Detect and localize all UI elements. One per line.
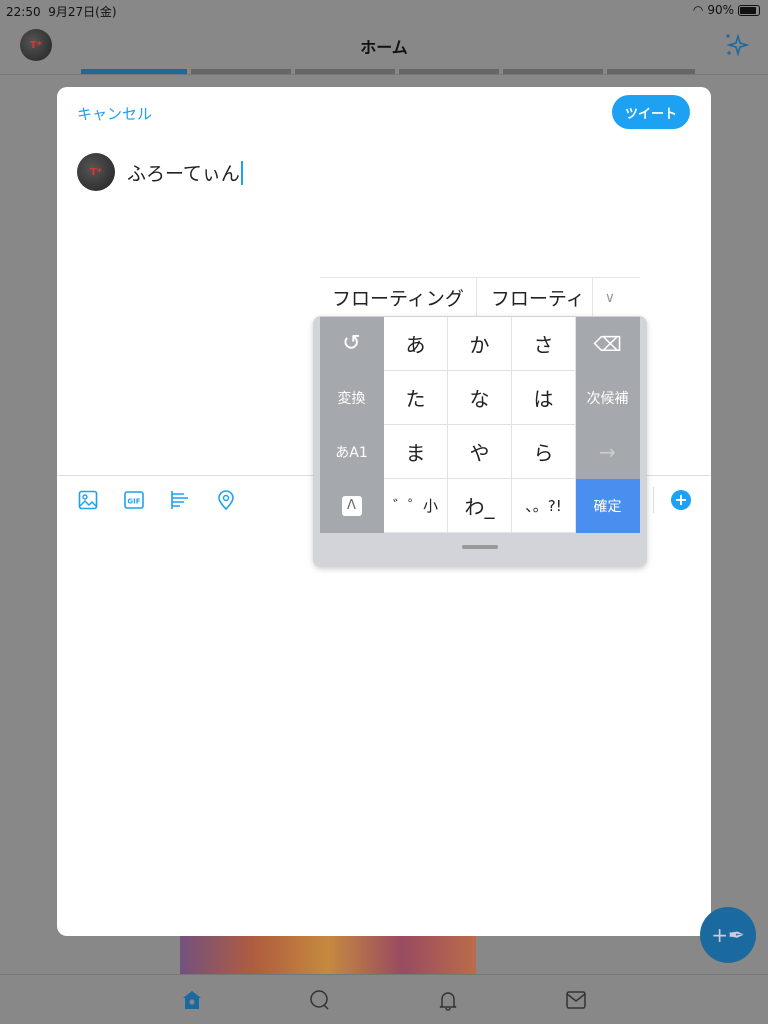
keyboard-logo-icon: Λ: [341, 495, 362, 516]
dakuten-key[interactable]: ゛゜小: [384, 479, 448, 533]
key[interactable]: あ: [384, 317, 448, 371]
battery-icon: [738, 4, 760, 16]
right-arrow-key[interactable]: →: [576, 425, 640, 479]
key[interactable]: な: [448, 371, 512, 425]
cancel-button[interactable]: キャンセル: [77, 103, 152, 124]
confirm-key[interactable]: 確定: [576, 479, 640, 533]
status-date: 9月27日(金): [48, 5, 117, 19]
key[interactable]: は: [512, 371, 576, 425]
key[interactable]: ま: [384, 425, 448, 479]
tweet-text-input[interactable]: ふろーてぃん: [127, 159, 243, 186]
add-thread-button[interactable]: +: [671, 490, 691, 510]
candidate-item[interactable]: フローティング: [320, 278, 477, 317]
key[interactable]: や: [448, 425, 512, 479]
delete-key[interactable]: ⌫: [576, 317, 640, 371]
search-icon[interactable]: [309, 989, 331, 1011]
location-icon[interactable]: [215, 489, 237, 511]
svg-text:GIF: GIF: [127, 498, 140, 506]
next-candidate-key[interactable]: 次候補: [576, 371, 640, 425]
keyboard-drag-handle[interactable]: [462, 545, 498, 549]
divider: [0, 74, 768, 75]
compose-fab[interactable]: +✒: [700, 907, 756, 963]
feather-plus-icon: +✒: [711, 923, 745, 947]
image-icon[interactable]: [77, 489, 99, 511]
bottom-tab-bar: [0, 974, 768, 1024]
page-title: ホーム: [360, 38, 408, 57]
status-bar: 22:50 9月27日(金) ◠ 90%: [0, 0, 768, 20]
keyboard-switch-key[interactable]: Λ: [320, 479, 384, 533]
home-icon[interactable]: [181, 989, 203, 1011]
chevron-down-icon[interactable]: ∨: [593, 278, 627, 317]
divider: [653, 487, 654, 513]
timeline-image: [180, 936, 476, 976]
key[interactable]: わ_: [448, 479, 512, 533]
compose-avatar: T*: [77, 153, 115, 191]
bell-icon[interactable]: [437, 989, 459, 1011]
candidate-item[interactable]: フローティ: [477, 278, 593, 317]
convert-key[interactable]: 変換: [320, 371, 384, 425]
text-cursor: [240, 160, 243, 185]
tweet-text: ふろーてぃん: [127, 163, 240, 185]
wifi-icon: ◠: [692, 3, 704, 17]
floating-keyboard: ↺ あ か さ ⌫ 変換 た な は 次候補 あA1 ま や ら → Λ ゛゜小…: [313, 316, 647, 567]
gif-icon[interactable]: GIF: [123, 489, 145, 511]
key[interactable]: た: [384, 371, 448, 425]
poll-icon[interactable]: [169, 489, 191, 511]
battery-percent: 90%: [707, 3, 734, 17]
input-mode-key[interactable]: あA1: [320, 425, 384, 479]
candidate-bar: フローティング フローティ ∨: [320, 277, 640, 317]
punctuation-key[interactable]: 、。?!: [512, 479, 576, 533]
key[interactable]: か: [448, 317, 512, 371]
sparkle-icon[interactable]: [724, 32, 750, 58]
undo-key[interactable]: ↺: [320, 317, 384, 371]
key[interactable]: さ: [512, 317, 576, 371]
key[interactable]: ら: [512, 425, 576, 479]
mail-icon[interactable]: [565, 989, 587, 1011]
tweet-button[interactable]: ツイート: [612, 95, 690, 129]
status-time: 22:50 9月27日(金): [6, 5, 117, 19]
